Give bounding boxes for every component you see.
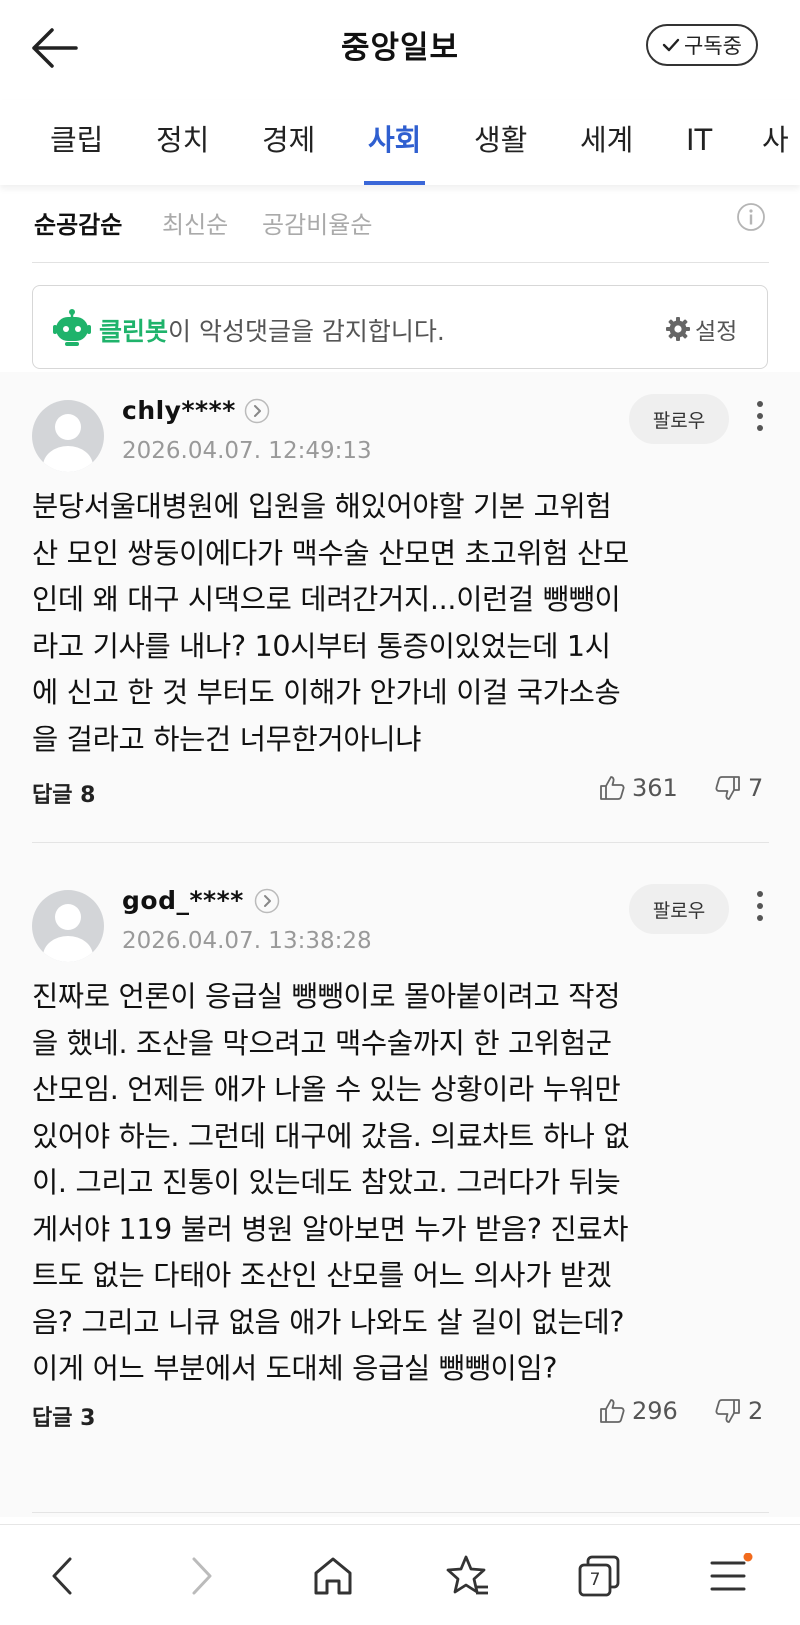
favorites-icon[interactable] [442,1553,492,1599]
comment-line: 게서야 119 불러 병원 알아보면 누가 받음? 진료차 [32,1212,629,1246]
timestamp: 2026.04.07. 13:38:28 [122,928,372,954]
bottom-navigation: 7 [0,1524,800,1625]
back-button[interactable] [26,22,82,74]
forward-icon[interactable] [176,1553,226,1599]
more-vertical-icon[interactable] [748,396,772,436]
cleanbot-banner: 클린봇이 악성댓글을 감지합니다. 설정 [32,285,768,369]
tab-life[interactable]: 생활 [474,100,527,185]
sort-option-ratio[interactable]: 공감비율순 [262,205,372,240]
cleanbot-robot-icon [53,309,91,346]
comment-line: 인데 왜 대구 시댁으로 데려간거지...이런걸 뺑뺑이 [32,583,621,616]
more-vertical-icon[interactable] [748,886,772,926]
tab-politics[interactable]: 정치 [156,100,209,185]
home-icon[interactable] [308,1553,358,1599]
follow-button[interactable]: 팔로우 [629,394,729,444]
comment-divider [32,1512,769,1513]
tab-society[interactable]: 사회 [363,100,426,185]
menu-icon[interactable] [704,1553,754,1599]
comment-line: 을 했네. 조산을 막으려고 맥수술까지 한 고위험군 [32,1026,612,1060]
divider [32,262,769,263]
thumbs-down-icon [715,776,740,800]
thumbs-up-icon [600,776,625,800]
username[interactable]: god_**** [122,886,244,915]
back-icon[interactable] [40,1553,90,1599]
cleanbot-message: 클린봇이 악성댓글을 감지합니다. [99,312,445,348]
sort-option-latest[interactable]: 최신순 [162,205,228,240]
comment-line: 있어야 하는. 그런데 대구에 갔음. 의료차트 하나 없 [32,1119,630,1153]
back-arrow-icon [32,28,78,68]
like-count: 361 [632,774,678,802]
chevron-right-icon[interactable] [254,888,280,914]
comment-line: 라고 기사를 내나? 10시부터 통증이있었는데 1시 [32,629,611,663]
dislike-button[interactable]: 2 [714,1397,763,1425]
tab-more[interactable]: 사 [762,100,789,185]
like-count: 296 [632,1397,678,1425]
comment-line: 산 모인 쌍둥이에다가 맥수술 산모면 초고위험 산모 [32,536,629,570]
top-bar: 중앙일보 구독중 [0,0,800,100]
thumbs-up-icon [600,1399,625,1423]
comment-line: 이게 어느 부분에서 도대체 응급실 뺑뺑이임? [32,1352,558,1385]
timestamp: 2026.04.07. 12:49:13 [122,438,372,464]
like-button[interactable]: 361 [598,774,678,802]
comment-item: god_**** 2026.04.07. 13:38:28 팔로우 진짜로 언론… [0,862,800,1502]
tabs-button[interactable]: 7 [574,1553,624,1599]
comment-line: 이. 그리고 진통이 있는데도 참았고. 그러다가 뒤늦 [32,1166,621,1199]
dislike-count: 7 [748,774,764,802]
follow-button[interactable]: 팔로우 [629,884,729,934]
tab-it[interactable]: IT [686,100,712,185]
info-icon[interactable] [736,202,766,232]
comment-divider [32,842,769,843]
sort-bar: 순공감순 최신순 공감비율순 [0,185,800,263]
comment-item: chly**** 2026.04.07. 12:49:13 팔로우 분당서울대병… [0,372,800,842]
comment-line: 산모임. 언제든 애가 나올 수 있는 상황이라 누워만 [32,1073,621,1106]
check-icon [662,38,680,52]
comment-line: 에 신고 한 것 부터도 이해가 안가네 이걸 국가소송 [32,676,621,709]
dislike-count: 2 [748,1397,764,1425]
comment-line: 분당서울대병원에 입원을 해있어야할 기본 고위험 [32,490,612,523]
comment-line: 진짜로 언론이 응급실 뺑뺑이로 몰아붙이려고 작정 [32,980,621,1013]
comment-line: 트도 없는 다태아 조산인 산모를 어느 의사가 받겠 [32,1259,612,1292]
comment-line: 을 걸라고 하는건 너무한거아니냐 [32,722,422,756]
avatar[interactable] [32,400,104,472]
subscribe-button[interactable]: 구독중 [646,24,758,66]
subscribe-label: 구독중 [684,34,742,58]
comment-line: 음? 그리고 니큐 없음 애가 나와도 살 길이 없는데? [32,1305,625,1339]
tab-count: 7 [589,1570,601,1590]
category-tabs: 클립 정치 경제 사회 생활 세계 IT 사 [0,100,800,185]
gear-icon [666,317,690,341]
reply-button[interactable]: 답글 3 [32,1400,95,1432]
cleanbot-settings-button[interactable]: 설정 [665,312,737,346]
settings-label: 설정 [695,319,738,345]
cleanbot-text: 이 악성댓글을 감지합니다. [168,317,445,346]
default-avatar-icon [43,414,93,472]
comment-body: 분당서울대병원에 입원을 해있어야할 기본 고위험 산 모인 쌍둥이에다가 맥수… [32,484,772,763]
chevron-right-icon[interactable] [244,398,270,424]
comment-body: 진짜로 언론이 응급실 뺑뺑이로 몰아붙이려고 작정 을 했네. 조산을 막으려… [32,974,772,1393]
sort-option-likes[interactable]: 순공감순 [34,205,122,240]
tab-clip[interactable]: 클립 [50,100,103,185]
default-avatar-icon [43,904,93,962]
comment-list: chly**** 2026.04.07. 12:49:13 팔로우 분당서울대병… [0,372,800,1517]
dislike-button[interactable]: 7 [714,774,763,802]
like-button[interactable]: 296 [598,1397,678,1425]
thumbs-down-icon [715,1399,740,1423]
tab-world[interactable]: 세계 [580,100,633,185]
reply-button[interactable]: 답글 8 [32,777,95,809]
avatar[interactable] [32,890,104,962]
tab-economy[interactable]: 경제 [262,100,315,185]
username[interactable]: chly**** [122,396,236,425]
cleanbot-brand[interactable]: 클린봇 [99,317,168,346]
